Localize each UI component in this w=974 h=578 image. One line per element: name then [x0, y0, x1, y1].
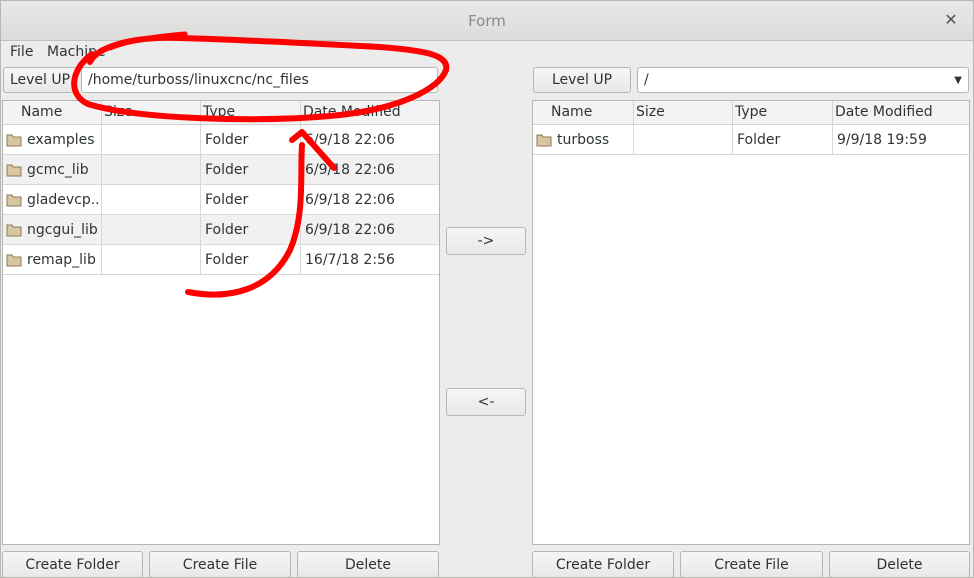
row-size	[102, 155, 201, 185]
menu-machine[interactable]: Machine	[47, 44, 106, 60]
copy-left-button[interactable]: <-	[446, 388, 526, 416]
row-date: 6/9/18 22:06	[301, 215, 439, 245]
title-bar[interactable]: Form ✕	[1, 1, 973, 41]
row-size	[102, 185, 201, 215]
right-create-folder-button[interactable]: Create Folder	[532, 551, 674, 578]
row-type: Folder	[201, 155, 301, 185]
row-name: remap_lib	[27, 252, 96, 268]
folder-icon	[6, 254, 22, 267]
row-type: Folder	[201, 215, 301, 245]
left-create-folder-button[interactable]: Create Folder	[2, 551, 143, 578]
row-type: Folder	[733, 125, 833, 155]
row-date: 6/9/18 22:06	[301, 185, 439, 215]
menu-bar: File Machine	[1, 41, 973, 65]
folder-icon	[6, 164, 22, 177]
row-name: gladevcp...	[27, 192, 102, 208]
left-create-file-button[interactable]: Create File	[149, 551, 291, 578]
table-row[interactable]: examples Folder 6/9/18 22:06	[3, 125, 439, 155]
left-path-input[interactable]	[81, 67, 438, 93]
row-date: 16/7/18 2:56	[301, 245, 439, 275]
left-header-row: Name Size Type Date Modified	[3, 101, 439, 125]
row-date: 9/9/18 19:59	[833, 125, 969, 155]
copy-right-button[interactable]: ->	[446, 227, 526, 255]
left-col-size[interactable]: Size	[102, 101, 201, 125]
left-delete-button[interactable]: Delete	[297, 551, 439, 578]
folder-icon	[6, 194, 22, 207]
menu-file[interactable]: File	[10, 44, 33, 60]
row-name: gcmc_lib	[27, 162, 89, 178]
row-name: turboss	[557, 132, 610, 148]
left-col-date[interactable]: Date Modified	[301, 101, 439, 125]
right-path-value: /	[644, 72, 649, 88]
table-row[interactable]: gcmc_lib Folder 6/9/18 22:06	[3, 155, 439, 185]
right-header-row: Name Size Type Date Modified	[533, 101, 969, 125]
folder-icon	[536, 134, 552, 147]
left-col-name[interactable]: Name	[3, 101, 102, 125]
right-col-date[interactable]: Date Modified	[833, 101, 969, 125]
table-row[interactable]: turboss Folder 9/9/18 19:59	[533, 125, 969, 155]
row-name-cell: gcmc_lib	[3, 155, 102, 185]
folder-icon	[6, 224, 22, 237]
form-window: Form ✕ File Machine Level UP Level UP / …	[0, 0, 974, 578]
row-name: examples	[27, 132, 95, 148]
right-col-size[interactable]: Size	[634, 101, 733, 125]
row-type: Folder	[201, 125, 301, 155]
right-col-name[interactable]: Name	[533, 101, 634, 125]
right-col-type[interactable]: Type	[733, 101, 833, 125]
row-date: 6/9/18 22:06	[301, 155, 439, 185]
dropdown-arrow-icon: ▼	[954, 75, 962, 86]
row-name-cell: remap_lib	[3, 245, 102, 275]
table-row[interactable]: gladevcp... Folder 6/9/18 22:06	[3, 185, 439, 215]
row-name: ngcgui_lib	[27, 222, 98, 238]
row-size	[634, 125, 733, 155]
folder-icon	[6, 134, 22, 147]
row-name-cell: ngcgui_lib	[3, 215, 102, 245]
row-date: 6/9/18 22:06	[301, 125, 439, 155]
table-row[interactable]: ngcgui_lib Folder 6/9/18 22:06	[3, 215, 439, 245]
row-name-cell: gladevcp...	[3, 185, 102, 215]
row-size	[102, 215, 201, 245]
right-file-list[interactable]: Name Size Type Date Modified turboss Fol…	[532, 100, 970, 545]
window-title: Form	[468, 12, 506, 30]
close-icon[interactable]: ✕	[941, 10, 961, 30]
row-type: Folder	[201, 245, 301, 275]
row-size	[102, 245, 201, 275]
row-type: Folder	[201, 185, 301, 215]
row-name-cell: turboss	[533, 125, 634, 155]
table-row[interactable]: remap_lib Folder 16/7/18 2:56	[3, 245, 439, 275]
right-create-file-button[interactable]: Create File	[680, 551, 823, 578]
left-level-up-button[interactable]: Level UP	[3, 67, 77, 93]
left-file-list[interactable]: Name Size Type Date Modified examples Fo…	[2, 100, 440, 545]
row-name-cell: examples	[3, 125, 102, 155]
right-level-up-button[interactable]: Level UP	[533, 67, 631, 93]
right-path-combo[interactable]: / ▼	[637, 67, 969, 93]
right-delete-button[interactable]: Delete	[829, 551, 970, 578]
left-col-type[interactable]: Type	[201, 101, 301, 125]
row-size	[102, 125, 201, 155]
